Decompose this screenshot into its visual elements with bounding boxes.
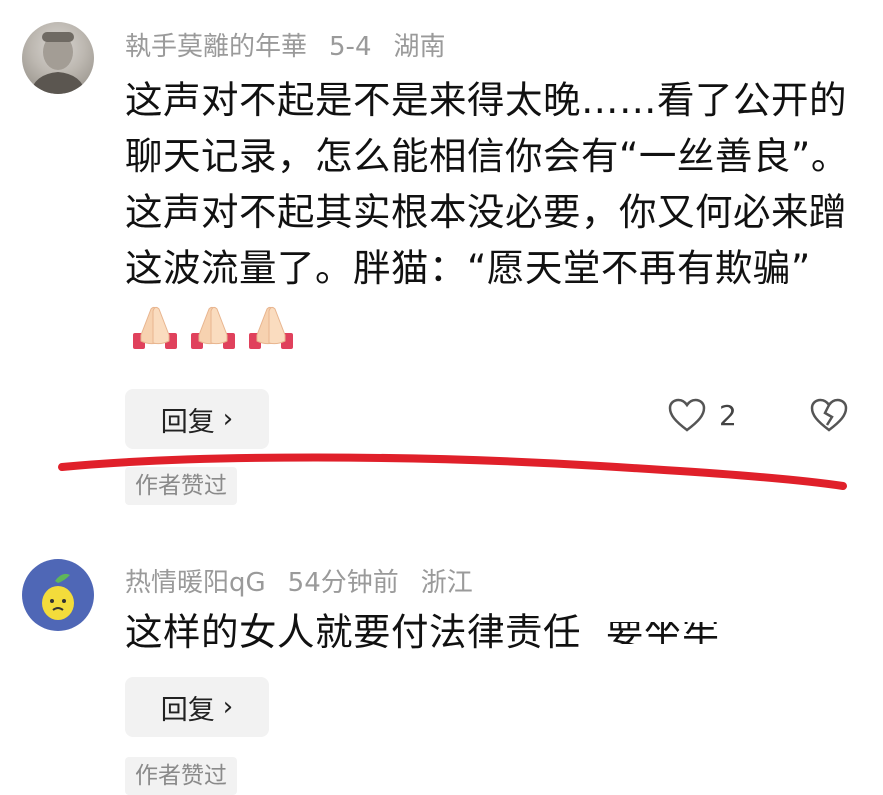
folded-hands-icon <box>249 306 293 349</box>
username[interactable]: 執手莫離的年華 <box>125 32 307 62</box>
lemon-avatar-icon <box>42 573 74 620</box>
chevron-right-icon: › <box>222 404 234 434</box>
reply-label: 回复 <box>160 406 215 438</box>
author-liked-badge: 作者赞过 <box>125 467 237 505</box>
location: 浙江 <box>420 568 473 598</box>
folded-hands-icon <box>133 306 177 349</box>
emoji-group <box>125 302 299 349</box>
chevron-right-icon: › <box>222 692 234 722</box>
author-liked-badge: 作者赞过 <box>125 757 237 795</box>
comment-body: 这样的女人就要付法律责任 <box>125 610 581 654</box>
comment-body-cutoff: 要坐牢 <box>605 622 720 644</box>
comment-body: 这声对不起是不是来得太晚……看了公开的聊天记录，怎么能相信你会有“一丝善良”。这… <box>125 78 849 290</box>
reply-button[interactable]: 回复 › <box>125 677 269 737</box>
timestamp: 54分钟前 <box>287 568 399 598</box>
user-photo-icon <box>30 32 86 94</box>
location: 湖南 <box>393 32 446 62</box>
comment-text: 这声对不起是不是来得太晚……看了公开的聊天记录，怎么能相信你会有“一丝善良”。这… <box>125 72 860 352</box>
comment-text: 这样的女人就要付法律责任 要坐牢 <box>125 604 860 660</box>
avatar[interactable] <box>22 559 94 631</box>
reply-label: 回复 <box>160 694 215 726</box>
dislike-button[interactable] <box>809 397 849 437</box>
like-button[interactable]: 2 <box>667 397 737 433</box>
comment-meta: 執手莫離的年華 5-4 湖南 <box>125 26 468 63</box>
reply-button[interactable]: 回复 › <box>125 389 269 449</box>
broken-heart-icon <box>810 398 848 432</box>
comment-meta: 热情暖阳qG 54分钟前 浙江 <box>125 562 495 599</box>
username[interactable]: 热情暖阳qG <box>125 568 266 598</box>
timestamp: 5-4 <box>329 32 372 62</box>
avatar[interactable] <box>22 22 94 94</box>
like-count: 2 <box>719 398 737 432</box>
heart-icon <box>668 398 706 432</box>
folded-hands-icon <box>191 306 235 349</box>
